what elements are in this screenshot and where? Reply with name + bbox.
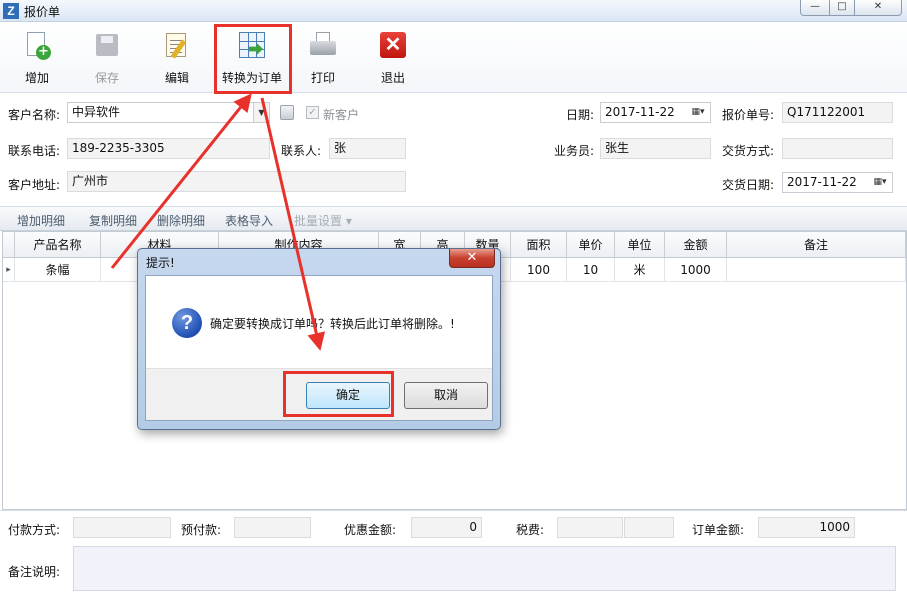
delivery-date-value: 2017-11-22 [787,175,857,189]
dialog-close-button[interactable]: ✕ [449,249,495,268]
dialog-title: 提示! [146,256,175,270]
date-value: 2017-11-22 [605,105,675,119]
order-amount-label: 订单金额: [692,523,745,537]
copy-detail-button[interactable]: 复制明细 [89,212,137,229]
tax-label: 税费: [516,523,545,537]
highlight-convert-box [214,24,292,94]
date-picker[interactable]: 2017-11-22 ▦▾ [600,102,711,123]
prepay-field[interactable] [234,517,311,538]
customer-name-label: 客户名称: [8,108,61,122]
row-marker: ▸ [3,258,15,282]
cell-area[interactable]: 100 [511,258,567,282]
delivery-date-label: 交货日期: [722,178,775,192]
save-disk-icon [92,31,122,61]
trade-mode-field[interactable] [782,138,893,159]
calendar-icon[interactable]: ▦▾ [869,174,891,191]
dialog-message-area: ? 确定要转换成订单吗？转换后此订单将删除。! [146,276,492,368]
phone-field[interactable]: 189-2235-3305 [67,138,270,159]
lookup-icon[interactable] [280,105,294,120]
print-button[interactable]: 打印 [298,27,348,87]
salesman-label: 业务员: [554,144,595,158]
printer-icon [308,31,338,61]
discount-label: 优惠金额: [344,523,397,537]
discount-field[interactable]: 0 [411,517,482,538]
cell-unit[interactable]: 米 [615,258,665,282]
phone-label: 联系电话: [8,144,61,158]
remark-textarea[interactable] [73,546,896,591]
customer-name-select[interactable]: 中异软件 ▼ [67,102,270,123]
payment-label: 付款方式: [8,523,61,537]
prepay-label: 预付款: [181,523,222,537]
salesman-field[interactable]: 张生 [600,138,711,159]
column-header[interactable]: 面积 [511,232,567,258]
title-bar: Z 报价单 — □ ✕ [0,0,907,22]
new-customer-checkbox[interactable]: ✓ [306,106,319,119]
batch-settings-button[interactable]: 批量设置 ▾ [294,212,352,229]
import-table-button[interactable]: 表格导入 [225,212,273,229]
new-customer-label: 新客户 [323,108,360,122]
edit-note-icon [162,31,192,61]
address-label: 客户地址: [8,178,61,192]
delete-detail-button[interactable]: 删除明细 [157,212,205,229]
save-button[interactable]: 保存 [82,27,132,87]
cell-product[interactable]: 条幅 [15,258,101,282]
edit-label: 编辑 [164,71,189,85]
window-title: 报价单 [24,5,61,19]
quote-number-field[interactable]: Q171122001 [782,102,893,123]
cell-price[interactable]: 10 [567,258,615,282]
quote-number-label: 报价单号: [722,108,775,122]
add-label: 增加 [24,71,49,85]
chevron-down-icon[interactable]: ▼ [253,103,269,122]
dialog-message: 确定要转换成订单吗？转换后此订单将删除。! [210,317,455,331]
close-window-button[interactable]: ✕ [854,0,902,16]
column-header[interactable]: 金额 [665,232,727,258]
add-detail-button[interactable]: 增加明细 [17,212,65,229]
cell-amount[interactable]: 1000 [665,258,727,282]
remark-label: 备注说明: [8,565,61,579]
tax-rate-field[interactable] [624,517,674,538]
payment-field[interactable] [73,517,171,538]
date-label: 日期: [566,108,595,122]
add-button[interactable]: + 增加 [12,27,62,87]
app-icon: Z [3,3,19,19]
trade-mode-label: 交货方式: [722,144,775,158]
question-icon: ? [172,308,202,338]
tax-field[interactable] [557,517,623,538]
column-header[interactable]: 产品名称 [15,232,101,258]
print-label: 打印 [310,71,335,85]
column-header[interactable]: 单位 [615,232,665,258]
highlight-ok-box [283,371,394,417]
exit-x-icon: ✕ [378,31,408,61]
order-footer: 付款方式: 预付款: 优惠金额: 0 税费: 订单金额: 1000 备注说明: [0,510,907,594]
row-header-corner [3,232,15,258]
order-amount-field[interactable]: 1000 [758,517,855,538]
cancel-button[interactable]: 取消 [404,382,488,409]
maximize-button[interactable]: □ [829,0,855,16]
calendar-icon[interactable]: ▦▾ [687,104,709,121]
customer-name-value: 中异软件 [72,105,121,119]
column-header[interactable]: 单价 [567,232,615,258]
cell-remark[interactable] [727,258,906,282]
contact-field[interactable]: 张 [329,138,406,159]
save-label: 保存 [94,71,119,85]
column-header[interactable]: 备注 [727,232,906,258]
address-field[interactable]: 广州市 [67,171,406,192]
delivery-date-picker[interactable]: 2017-11-22 ▦▾ [782,172,893,193]
exit-label: 退出 [380,71,405,85]
contact-label: 联系人: [281,144,322,158]
detail-toolbar: 增加明细 复制明细 删除明细 表格导入 批量设置 ▾ [0,206,907,231]
exit-button[interactable]: ✕ 退出 [368,27,418,87]
edit-button[interactable]: 编辑 [152,27,202,87]
main-toolbar: + 增加 保存 编辑 转换为订单 打印 ✕ 退出 [0,23,907,93]
minimize-button[interactable]: — [800,0,830,16]
add-document-icon: + [22,31,52,61]
